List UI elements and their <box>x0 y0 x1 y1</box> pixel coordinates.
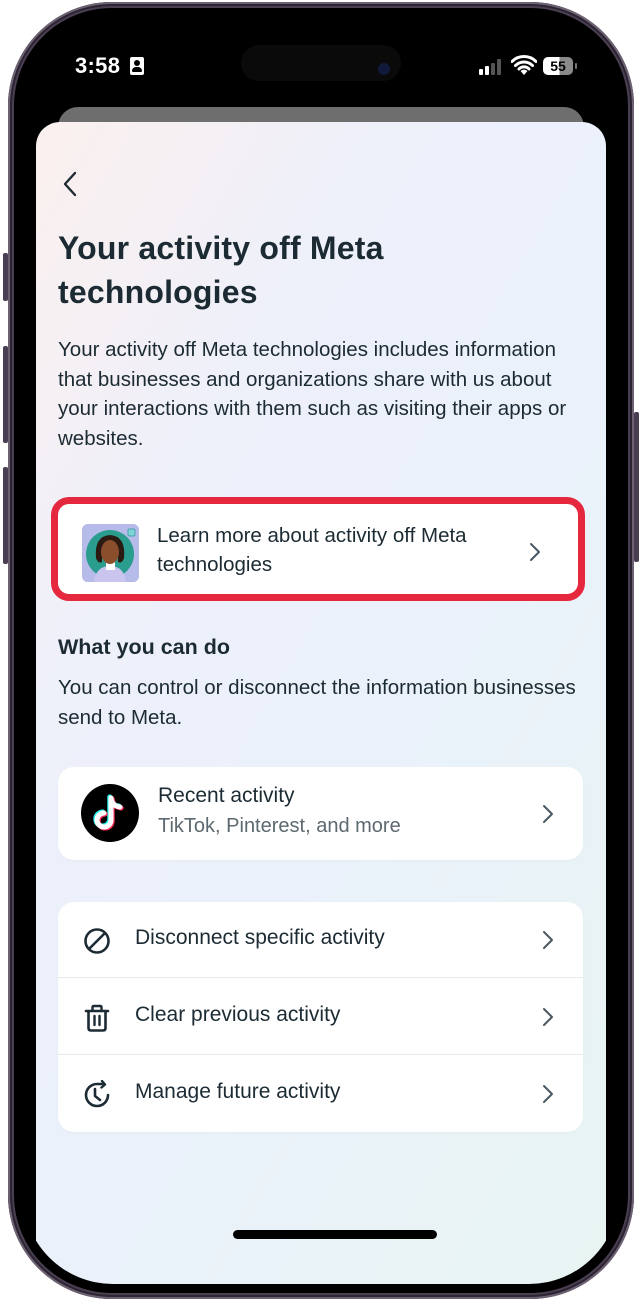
chevron-right-icon <box>543 931 553 949</box>
power-button <box>634 412 639 562</box>
home-indicator[interactable] <box>233 1230 437 1239</box>
disconnect-specific-activity-item[interactable]: Disconnect specific activity <box>58 902 583 978</box>
volume-up-button <box>3 346 8 443</box>
clock-refresh-icon <box>84 1080 110 1108</box>
volume-down-button <box>3 467 8 564</box>
page-title: Your activity off Meta technologies <box>58 230 384 310</box>
action-button <box>3 253 8 301</box>
activity-actions-list: Disconnect specific activity Clear previ… <box>58 902 583 1132</box>
tiktok-icon <box>81 784 139 842</box>
page-description: Your activity off Meta technologies incl… <box>58 338 567 450</box>
learn-more-label: Learn more about activity off Meta techn… <box>157 524 467 576</box>
activity-sheet: Your activity off Meta technologies Your… <box>36 122 606 1284</box>
learn-more-button[interactable]: Learn more about activity off Meta techn… <box>51 497 585 601</box>
clear-previous-activity-item[interactable]: Clear previous activity <box>58 979 583 1055</box>
action-label: Disconnect specific activity <box>135 926 385 949</box>
disconnect-icon <box>84 928 110 954</box>
chevron-right-icon <box>543 805 553 823</box>
chevron-right-icon <box>530 543 540 561</box>
action-label: Manage future activity <box>135 1080 341 1103</box>
chevron-right-icon <box>543 1085 553 1103</box>
status-bar: 3:58 55 <box>23 17 619 117</box>
back-button[interactable] <box>56 168 84 200</box>
wifi-icon <box>511 55 537 75</box>
illustrated-avatar-icon <box>82 524 139 582</box>
chevron-left-icon <box>63 171 77 197</box>
cellular-signal-icon <box>479 59 501 75</box>
battery-icon: 55 <box>543 57 577 75</box>
action-label: Clear previous activity <box>135 1003 341 1026</box>
dynamic-island <box>241 45 401 81</box>
trash-icon <box>84 1004 110 1032</box>
section-title: What you can do <box>58 635 230 659</box>
front-camera <box>378 63 390 75</box>
section-description: You can control or disconnect the inform… <box>58 676 576 729</box>
manage-future-activity-item[interactable]: Manage future activity <box>58 1056 583 1132</box>
recent-activity-subtitle: TikTok, Pinterest, and more <box>158 815 401 837</box>
recent-activity-title: Recent activity <box>158 784 295 807</box>
chevron-right-icon <box>543 1008 553 1026</box>
contact-card-icon <box>130 57 144 75</box>
recent-activity-button[interactable]: Recent activity TikTok, Pinterest, and m… <box>58 767 583 860</box>
status-time: 3:58 <box>75 53 121 78</box>
screen: 3:58 55 Your activity off Meta technolog… <box>23 17 619 1284</box>
